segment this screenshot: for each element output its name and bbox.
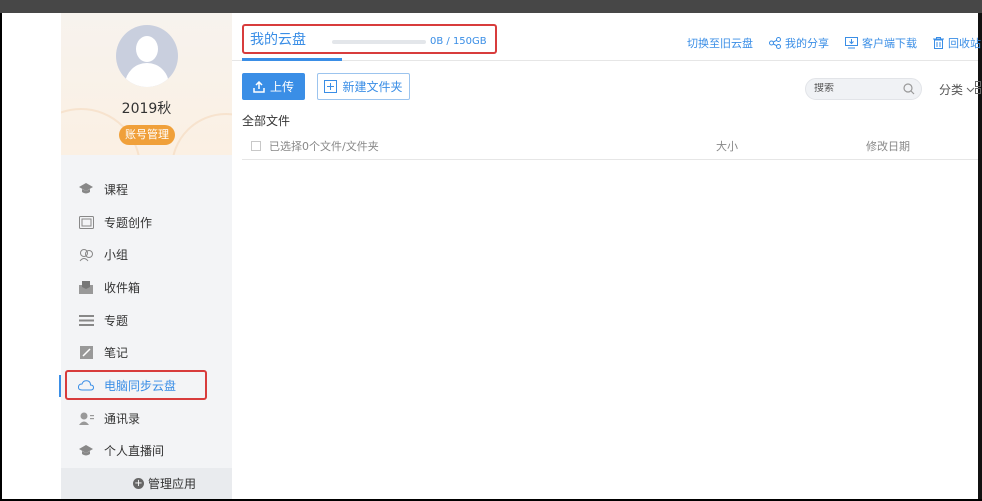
sidebar-menu: 课程 专题创作 小组 收件箱 专题 笔记 电脑同步云盘 通讯录 个人直播间 bbox=[59, 173, 232, 468]
monitor-download-icon bbox=[845, 37, 858, 49]
plus-circle-icon: + bbox=[132, 478, 144, 489]
search-icon[interactable] bbox=[903, 83, 915, 95]
sidebar-item-course[interactable]: 课程 bbox=[61, 173, 232, 206]
select-all-checkbox[interactable] bbox=[251, 141, 261, 151]
switch-old-cloud-link[interactable]: 切换至旧云盘 bbox=[687, 35, 753, 51]
sidebar-item-label: 收件箱 bbox=[104, 280, 141, 295]
sidebar-item-label: 笔记 bbox=[104, 346, 129, 361]
avatar[interactable] bbox=[116, 25, 178, 87]
note-icon bbox=[78, 345, 94, 361]
main-panel: 我的云盘 0B / 150GB 切换至旧云盘 我的分享 客户端下载 回收站 上传… bbox=[232, 13, 981, 499]
category-dropdown[interactable]: 分类 bbox=[939, 81, 975, 98]
highlight-box-title bbox=[242, 24, 497, 54]
trash-icon bbox=[933, 37, 944, 49]
sidebar-item-label: 小组 bbox=[104, 248, 129, 263]
sidebar-item-label: 专题创作 bbox=[104, 215, 153, 230]
sidebar-item-group[interactable]: 小组 bbox=[61, 238, 232, 271]
sidebar-item-topic-create[interactable]: 专题创作 bbox=[61, 206, 232, 239]
frame-left-border bbox=[0, 13, 2, 501]
sidebar-item-inbox[interactable]: 收件箱 bbox=[61, 271, 232, 304]
sidebar-item-label: 专题 bbox=[104, 313, 129, 328]
my-share-label: 我的分享 bbox=[785, 37, 829, 50]
sidebar-item-label: 通讯录 bbox=[104, 411, 141, 426]
category-label: 分类 bbox=[939, 83, 964, 97]
sidebar-item-note[interactable]: 笔记 bbox=[61, 336, 232, 369]
grid-view-icon[interactable] bbox=[975, 81, 982, 94]
account-management-button[interactable]: 账号管理 bbox=[119, 125, 175, 145]
sidebar-item-contacts[interactable]: 通讯录 bbox=[61, 402, 232, 435]
sidebar-item-live[interactable]: 个人直播间 bbox=[61, 435, 232, 468]
contacts-icon bbox=[78, 410, 94, 426]
share-icon bbox=[769, 37, 781, 49]
new-folder-label: 新建文件夹 bbox=[342, 80, 403, 94]
toolbar: 上传 新建文件夹 分类 bbox=[242, 73, 981, 101]
my-share-link[interactable]: 我的分享 bbox=[769, 35, 829, 51]
chevron-down-icon bbox=[966, 87, 975, 92]
title-underline bbox=[242, 58, 342, 61]
sidebar-item-label: 课程 bbox=[104, 182, 129, 197]
client-download-link[interactable]: 客户端下载 bbox=[845, 35, 917, 51]
column-header-date[interactable]: 修改日期 bbox=[866, 138, 910, 154]
topic-create-icon bbox=[78, 214, 94, 230]
header-actions: 切换至旧云盘 我的分享 客户端下载 回收站 bbox=[687, 35, 982, 51]
manage-apps-button[interactable]: + 管理应用 bbox=[61, 468, 232, 499]
manage-apps-label: 管理应用 bbox=[147, 477, 196, 491]
selected-count-text: 已选择0个文件/文件夹 bbox=[269, 140, 379, 153]
upload-icon bbox=[253, 80, 265, 93]
sidebar-item-label: 个人直播间 bbox=[104, 444, 165, 459]
search-input[interactable] bbox=[814, 83, 904, 94]
client-download-label: 客户端下载 bbox=[862, 37, 917, 50]
sidebar-item-topic[interactable]: 专题 bbox=[61, 304, 232, 337]
username: 2019秋 bbox=[121, 101, 172, 117]
topic-icon bbox=[78, 312, 94, 328]
recycle-bin-label: 回收站 bbox=[948, 37, 981, 50]
all-files-breadcrumb[interactable]: 全部文件 bbox=[242, 112, 290, 129]
file-table-header: 已选择0个文件/文件夹 大小 修改日期 bbox=[242, 130, 978, 160]
new-folder-button[interactable]: 新建文件夹 bbox=[317, 73, 410, 100]
recycle-bin-link[interactable]: 回收站 bbox=[933, 35, 981, 51]
highlight-box-menu bbox=[65, 370, 207, 400]
course-icon bbox=[78, 181, 94, 197]
upload-label: 上传 bbox=[269, 80, 294, 94]
sidebar: 2019秋 账号管理 课程 专题创作 小组 收件箱 专题 笔记 电脑同步云盘 通… bbox=[59, 13, 232, 499]
add-folder-icon bbox=[324, 80, 338, 93]
window-top-bar bbox=[0, 0, 982, 13]
search-box bbox=[805, 78, 922, 100]
inbox-icon bbox=[78, 279, 94, 295]
column-header-size[interactable]: 大小 bbox=[716, 138, 738, 154]
header: 我的云盘 0B / 150GB 切换至旧云盘 我的分享 客户端下载 回收站 bbox=[232, 13, 981, 61]
upload-button[interactable]: 上传 bbox=[242, 73, 305, 100]
group-icon bbox=[78, 247, 94, 263]
live-icon bbox=[78, 443, 94, 459]
profile-card: 2019秋 账号管理 bbox=[61, 13, 232, 155]
switch-old-cloud-label: 切换至旧云盘 bbox=[687, 37, 753, 50]
decor-arc bbox=[171, 113, 232, 155]
